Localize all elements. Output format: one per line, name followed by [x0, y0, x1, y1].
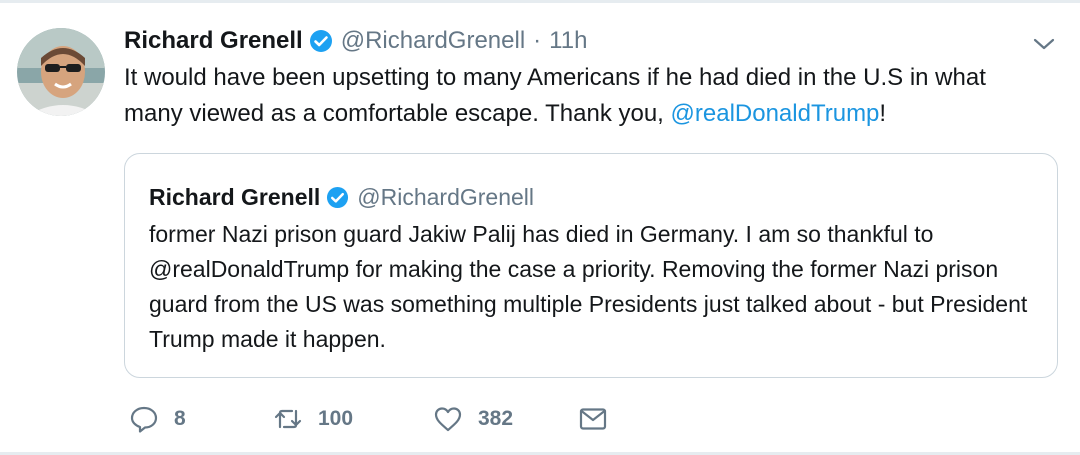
- top-divider: [0, 0, 1080, 3]
- tweet-header: Richard Grenell @RichardGrenell · 11h: [124, 26, 587, 56]
- reply-count: 8: [174, 407, 186, 430]
- author-name[interactable]: Richard Grenell: [124, 27, 303, 55]
- author-handle[interactable]: @RichardGrenell: [341, 27, 525, 55]
- avatar[interactable]: [17, 28, 105, 116]
- heart-icon: [432, 403, 464, 435]
- mention-link[interactable]: @realDonaldTrump: [671, 100, 880, 127]
- quoted-tweet-header: Richard Grenell @RichardGrenell: [149, 182, 534, 212]
- verified-badge-icon: [309, 29, 333, 53]
- separator-dot: ·: [533, 27, 542, 54]
- tweet-text: It would have been upsetting to many Ame…: [124, 60, 1044, 132]
- tweet-text-end: !: [879, 100, 887, 127]
- direct-message-button[interactable]: [577, 403, 609, 435]
- verified-badge-icon: [326, 186, 349, 209]
- action-bar: 8 100 382: [128, 402, 609, 436]
- retweet-button[interactable]: 100: [272, 403, 432, 435]
- envelope-icon: [577, 403, 609, 435]
- retweet-count: 100: [318, 407, 354, 430]
- chevron-down-icon[interactable]: [1030, 30, 1058, 58]
- quoted-author-name: Richard Grenell: [149, 183, 321, 210]
- quoted-tweet[interactable]: Richard Grenell @RichardGrenell former N…: [124, 153, 1058, 378]
- like-button[interactable]: 382: [432, 403, 577, 435]
- retweet-icon: [272, 403, 304, 435]
- reply-button[interactable]: 8: [128, 403, 272, 435]
- avatar-image: [17, 28, 105, 116]
- like-count: 382: [478, 407, 514, 430]
- reply-icon: [128, 403, 160, 435]
- tweet-timestamp[interactable]: 11h: [549, 27, 587, 55]
- quoted-tweet-text: former Nazi prison guard Jakiw Palij has…: [149, 221, 1028, 352]
- quoted-author-handle: @RichardGrenell: [357, 183, 535, 210]
